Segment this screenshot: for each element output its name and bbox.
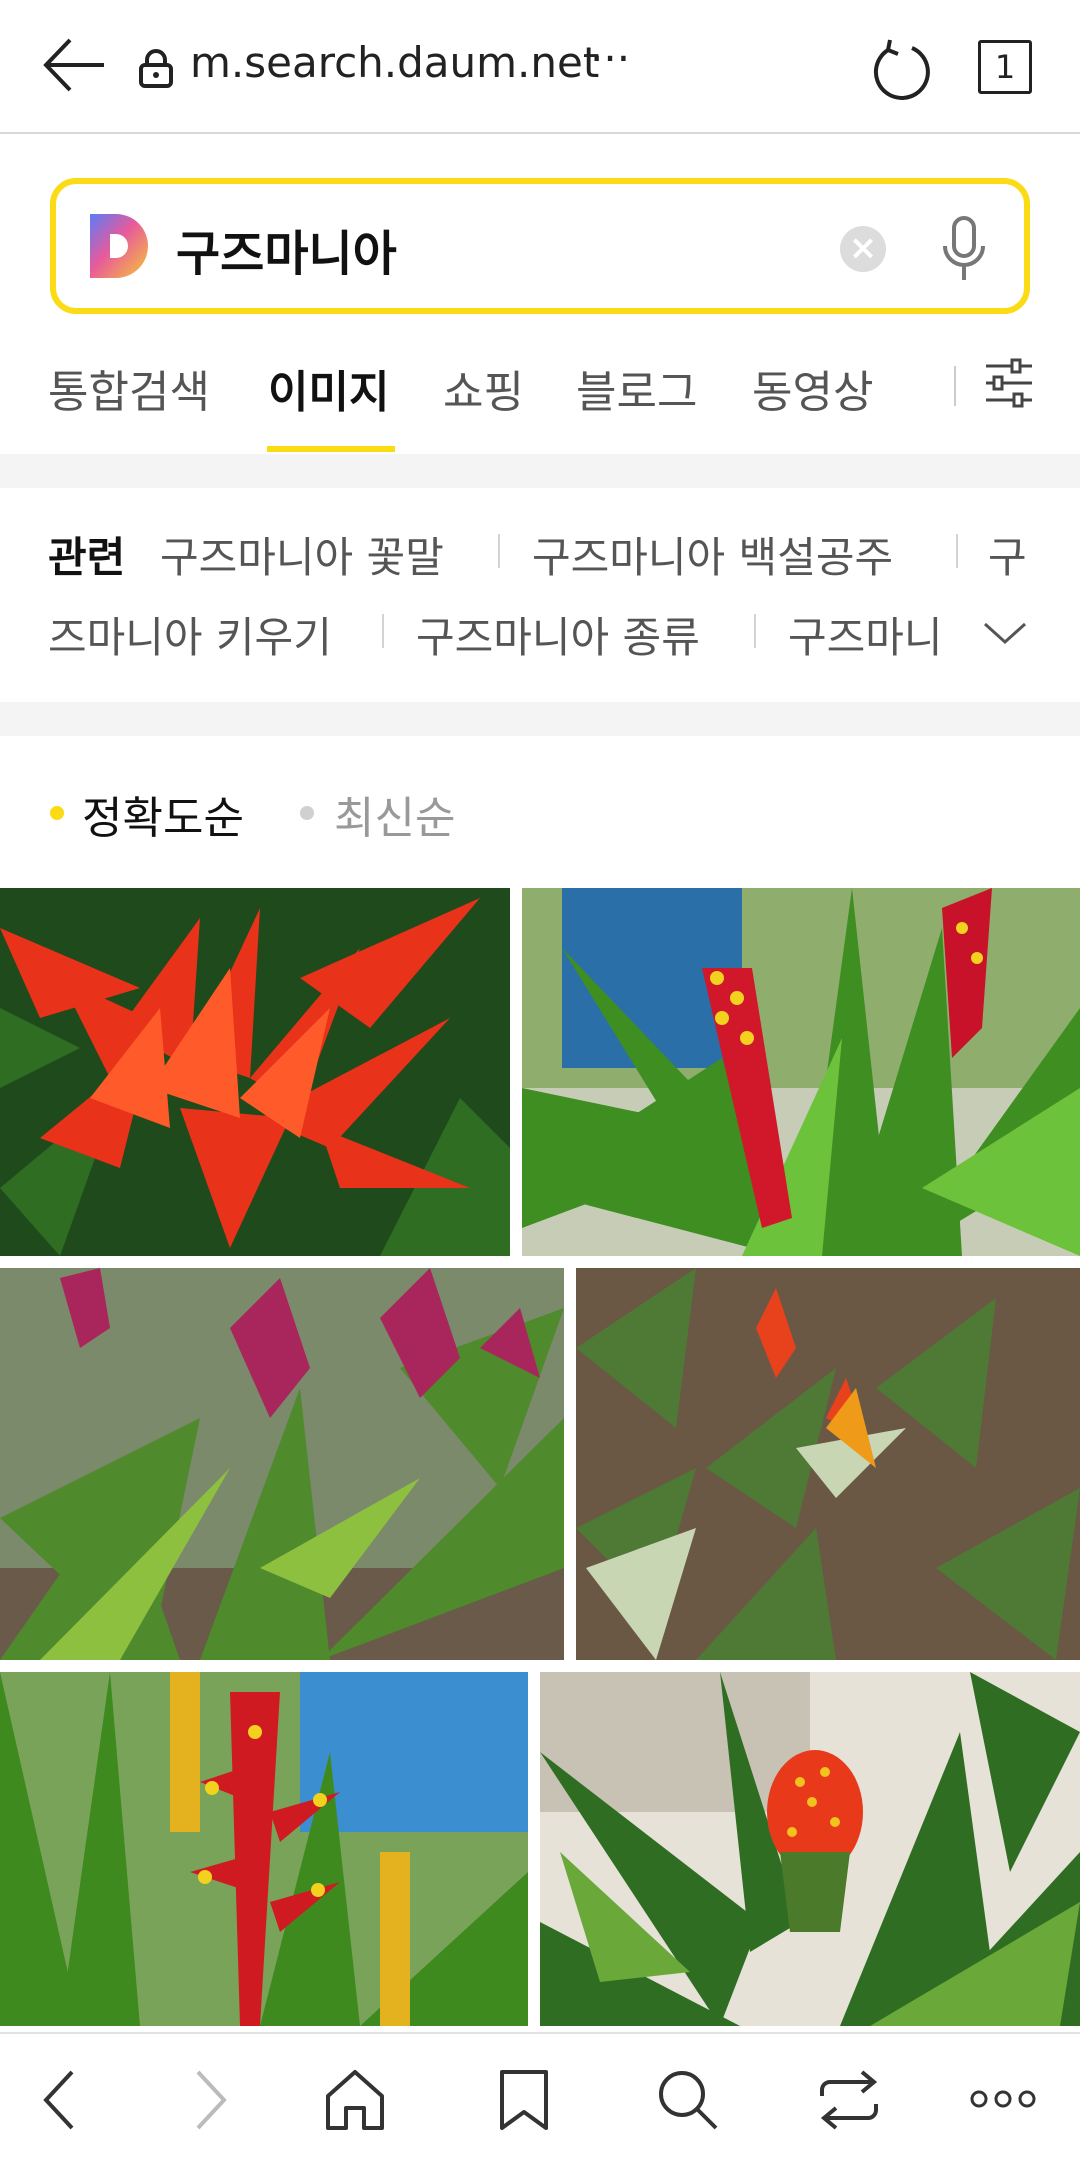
tab-video[interactable]: 동영상: [752, 356, 873, 420]
sort-inactive-dot: [300, 806, 314, 820]
chevron-right-icon[interactable]: [190, 2068, 230, 2132]
bookmark-icon[interactable]: [496, 2068, 552, 2132]
chevron-down-icon[interactable]: [982, 618, 1028, 648]
image-result[interactable]: [0, 888, 510, 1256]
url-ellipsis[interactable]: ···: [590, 34, 630, 83]
guzmania-yellow-spike-photo: [0, 1672, 528, 2026]
home-icon[interactable]: [322, 2068, 388, 2132]
reload-icon[interactable]: [868, 36, 934, 102]
section-divider: [0, 702, 1080, 736]
related-item[interactable]: 구즈마니: [788, 604, 954, 665]
clear-search-button[interactable]: ×: [840, 226, 886, 272]
close-icon: ×: [848, 228, 878, 268]
chevron-left-icon[interactable]: [40, 2068, 80, 2132]
guzmania-purple-photo: [0, 1268, 564, 1660]
image-result[interactable]: [576, 1268, 1080, 1660]
tab-integrated-search[interactable]: 통합검색: [48, 356, 210, 420]
active-tab-indicator: [267, 446, 395, 452]
tab-blog[interactable]: 블로그: [576, 356, 697, 420]
related-item[interactable]: 구: [988, 524, 1027, 585]
tab-divider: [954, 366, 956, 406]
image-result[interactable]: [0, 1672, 528, 2026]
microphone-icon[interactable]: [940, 214, 988, 286]
guzmania-garden-photo: [576, 1268, 1080, 1660]
related-separator: [498, 534, 500, 568]
guzmania-red-photo: [0, 888, 510, 1256]
image-result[interactable]: [522, 888, 1080, 1256]
image-result[interactable]: [0, 1268, 564, 1660]
lock-icon: [139, 49, 173, 88]
sort-by-recent[interactable]: 최신순: [334, 782, 455, 846]
search-icon[interactable]: [656, 2068, 720, 2132]
filter-sliders-icon[interactable]: [984, 356, 1034, 410]
more-icon[interactable]: [970, 2084, 1036, 2114]
related-searches: [0, 488, 1080, 702]
share-icon[interactable]: [816, 2068, 882, 2132]
image-result[interactable]: [540, 1672, 1080, 2026]
tab-count-button[interactable]: 1: [978, 40, 1032, 94]
daum-logo-icon: [90, 214, 148, 278]
related-item[interactable]: 구즈마니아 종류: [416, 604, 700, 665]
sort-by-accuracy[interactable]: 정확도순: [82, 782, 244, 846]
related-separator: [754, 614, 756, 648]
related-separator: [382, 614, 384, 648]
section-divider: [0, 454, 1080, 488]
related-item[interactable]: 즈마니아 키우기: [48, 604, 332, 665]
back-arrow-icon[interactable]: [40, 30, 110, 100]
guzmania-orange-cone-photo: [540, 1672, 1080, 2026]
sort-active-dot: [50, 806, 64, 820]
guzmania-spike-photo: [522, 888, 1080, 1256]
related-item[interactable]: 구즈마니아 꽃말: [160, 524, 444, 585]
address-bar-url[interactable]: m.search.daum.net: [190, 38, 599, 87]
related-item[interactable]: 구즈마니아 백설공주: [532, 524, 893, 585]
related-title: 관련: [48, 533, 126, 582]
related-separator: [956, 534, 958, 568]
tab-images[interactable]: 이미지: [268, 356, 389, 420]
search-query-text[interactable]: 구즈마니아: [176, 214, 397, 284]
tab-shopping[interactable]: 쇼핑: [443, 356, 524, 420]
